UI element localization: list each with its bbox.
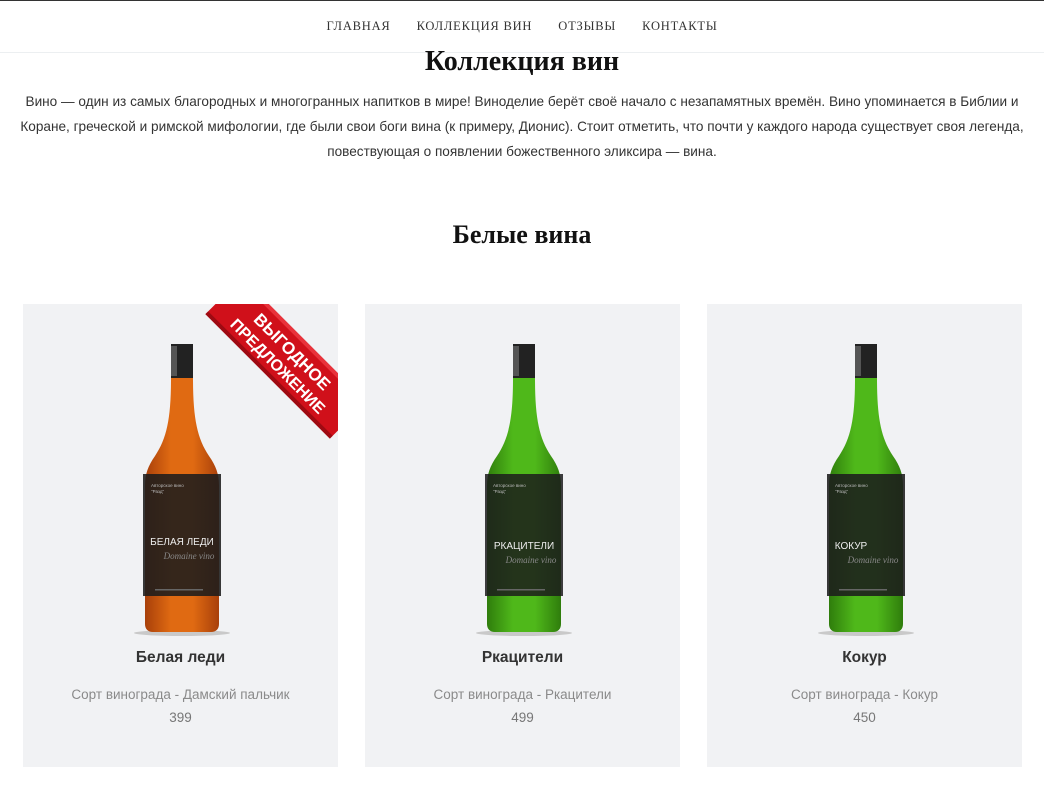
label-brand: "Разд" [835,489,848,494]
label-brand: "Разд" [493,489,506,494]
label-script: Domaine vino [847,555,899,565]
product-card[interactable]: Авторское вино "Разд" БЕЛАЯ ЛЕДИ Domaine… [23,304,338,767]
label-top: Авторское вино [151,483,184,488]
product-price: 399 [169,710,192,725]
product-variety: Сорт винограда - Дамский пальчик [71,687,290,702]
product-name[interactable]: Ркацители [365,649,680,667]
label-title: РКАЦИТЕЛИ [494,541,554,552]
special-offer-ribbon: ВЫГОДНОЕ ПРЕДЛОЖЕНИЕ [205,304,338,439]
label-title: БЕЛАЯ ЛЕДИ [150,537,214,548]
product-price: 499 [511,710,534,725]
nav-collection[interactable]: КОЛЛЕКЦИЯ ВИН [417,19,533,34]
product-variety: Сорт винограда - Кокур [791,687,938,702]
intro-text: Вино — один из самых благородных и много… [20,94,1024,159]
product-name[interactable]: Белая леди [23,649,338,667]
label-brand: "Разд" [151,489,164,494]
product-name[interactable]: Кокур [707,649,1022,667]
label-top: Авторское вино [835,483,868,488]
wine-bottle-image: Авторское вино "Разд" РКАЦИТЕЛИ Domaine … [476,344,572,636]
label-title: КОКУР [835,541,868,552]
product-price: 450 [853,710,876,725]
label-script: Domaine vino [505,555,557,565]
label-top: Авторское вино [493,483,526,488]
page-title: Коллекция вин [424,46,620,77]
product-card[interactable]: Авторское вино "Разд" КОКУР Domaine vino… [707,304,1022,767]
section-title: Белые вина [452,220,592,249]
product-card[interactable]: Авторское вино "Разд" РКАЦИТЕЛИ Domaine … [365,304,680,767]
product-variety: Сорт винограда - Ркацители [433,687,612,702]
label-script: Domaine vino [163,551,215,561]
nav-contacts[interactable]: КОНТАКТЫ [642,19,717,34]
wine-bottle-image: Авторское вино "Разд" КОКУР Domaine vino [818,344,914,636]
nav-home[interactable]: ГЛАВНАЯ [326,19,390,34]
nav-reviews[interactable]: ОТЗЫВЫ [558,19,616,34]
